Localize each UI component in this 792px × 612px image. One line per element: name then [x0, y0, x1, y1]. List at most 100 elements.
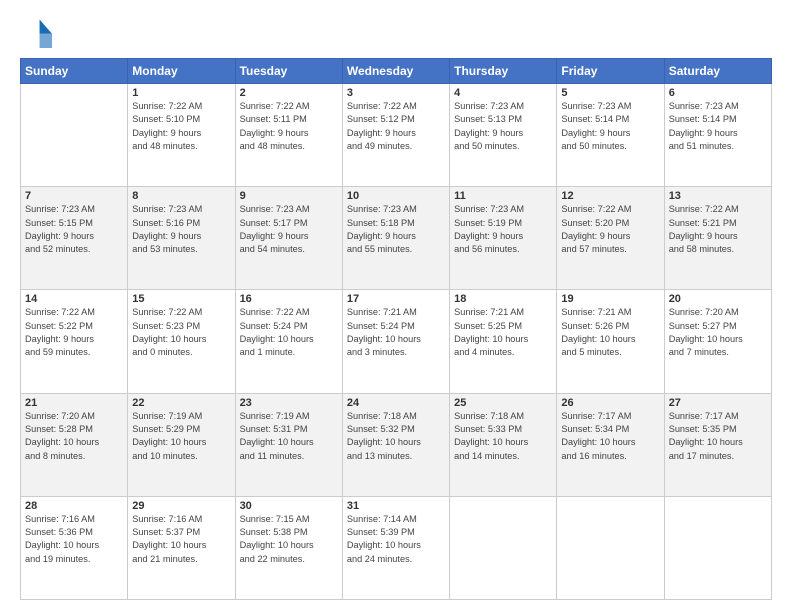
day-info: Sunrise: 7:22 AM Sunset: 5:11 PM Dayligh… [240, 100, 338, 153]
day-number: 7 [25, 190, 123, 202]
calendar-cell: 30Sunrise: 7:15 AM Sunset: 5:38 PM Dayli… [235, 496, 342, 599]
weekday-header-row: SundayMondayTuesdayWednesdayThursdayFrid… [21, 59, 772, 84]
day-number: 24 [347, 397, 445, 409]
calendar-cell: 27Sunrise: 7:17 AM Sunset: 5:35 PM Dayli… [664, 393, 771, 496]
day-number: 23 [240, 397, 338, 409]
day-number: 16 [240, 293, 338, 305]
week-row-4: 21Sunrise: 7:20 AM Sunset: 5:28 PM Dayli… [21, 393, 772, 496]
day-info: Sunrise: 7:21 AM Sunset: 5:25 PM Dayligh… [454, 306, 552, 359]
calendar-cell: 20Sunrise: 7:20 AM Sunset: 5:27 PM Dayli… [664, 290, 771, 393]
day-info: Sunrise: 7:23 AM Sunset: 5:14 PM Dayligh… [561, 100, 659, 153]
logo [20, 16, 56, 48]
calendar-cell: 25Sunrise: 7:18 AM Sunset: 5:33 PM Dayli… [450, 393, 557, 496]
calendar-cell: 26Sunrise: 7:17 AM Sunset: 5:34 PM Dayli… [557, 393, 664, 496]
calendar-cell: 22Sunrise: 7:19 AM Sunset: 5:29 PM Dayli… [128, 393, 235, 496]
calendar-cell: 21Sunrise: 7:20 AM Sunset: 5:28 PM Dayli… [21, 393, 128, 496]
calendar-cell [664, 496, 771, 599]
weekday-friday: Friday [557, 59, 664, 84]
weekday-thursday: Thursday [450, 59, 557, 84]
weekday-wednesday: Wednesday [342, 59, 449, 84]
calendar-cell: 24Sunrise: 7:18 AM Sunset: 5:32 PM Dayli… [342, 393, 449, 496]
day-number: 28 [25, 500, 123, 512]
calendar-cell: 1Sunrise: 7:22 AM Sunset: 5:10 PM Daylig… [128, 84, 235, 187]
day-number: 21 [25, 397, 123, 409]
calendar-cell: 6Sunrise: 7:23 AM Sunset: 5:14 PM Daylig… [664, 84, 771, 187]
day-number: 12 [561, 190, 659, 202]
day-info: Sunrise: 7:22 AM Sunset: 5:20 PM Dayligh… [561, 203, 659, 256]
day-number: 29 [132, 500, 230, 512]
calendar-cell [557, 496, 664, 599]
day-info: Sunrise: 7:22 AM Sunset: 5:22 PM Dayligh… [25, 306, 123, 359]
calendar-cell: 12Sunrise: 7:22 AM Sunset: 5:20 PM Dayli… [557, 187, 664, 290]
day-number: 31 [347, 500, 445, 512]
day-number: 5 [561, 87, 659, 99]
day-number: 19 [561, 293, 659, 305]
day-number: 2 [240, 87, 338, 99]
day-info: Sunrise: 7:22 AM Sunset: 5:23 PM Dayligh… [132, 306, 230, 359]
day-info: Sunrise: 7:16 AM Sunset: 5:37 PM Dayligh… [132, 513, 230, 566]
day-number: 30 [240, 500, 338, 512]
day-number: 9 [240, 190, 338, 202]
calendar-cell [450, 496, 557, 599]
day-info: Sunrise: 7:22 AM Sunset: 5:21 PM Dayligh… [669, 203, 767, 256]
day-info: Sunrise: 7:21 AM Sunset: 5:26 PM Dayligh… [561, 306, 659, 359]
day-info: Sunrise: 7:18 AM Sunset: 5:32 PM Dayligh… [347, 410, 445, 463]
day-info: Sunrise: 7:17 AM Sunset: 5:34 PM Dayligh… [561, 410, 659, 463]
day-number: 3 [347, 87, 445, 99]
weekday-saturday: Saturday [664, 59, 771, 84]
day-number: 11 [454, 190, 552, 202]
weekday-tuesday: Tuesday [235, 59, 342, 84]
week-row-1: 1Sunrise: 7:22 AM Sunset: 5:10 PM Daylig… [21, 84, 772, 187]
calendar-cell: 3Sunrise: 7:22 AM Sunset: 5:12 PM Daylig… [342, 84, 449, 187]
day-info: Sunrise: 7:21 AM Sunset: 5:24 PM Dayligh… [347, 306, 445, 359]
calendar-cell: 4Sunrise: 7:23 AM Sunset: 5:13 PM Daylig… [450, 84, 557, 187]
day-info: Sunrise: 7:23 AM Sunset: 5:13 PM Dayligh… [454, 100, 552, 153]
calendar-cell: 18Sunrise: 7:21 AM Sunset: 5:25 PM Dayli… [450, 290, 557, 393]
calendar-cell: 14Sunrise: 7:22 AM Sunset: 5:22 PM Dayli… [21, 290, 128, 393]
day-number: 17 [347, 293, 445, 305]
day-number: 27 [669, 397, 767, 409]
weekday-monday: Monday [128, 59, 235, 84]
week-row-3: 14Sunrise: 7:22 AM Sunset: 5:22 PM Dayli… [21, 290, 772, 393]
calendar-cell: 23Sunrise: 7:19 AM Sunset: 5:31 PM Dayli… [235, 393, 342, 496]
calendar-cell: 17Sunrise: 7:21 AM Sunset: 5:24 PM Dayli… [342, 290, 449, 393]
day-info: Sunrise: 7:23 AM Sunset: 5:14 PM Dayligh… [669, 100, 767, 153]
calendar-cell: 31Sunrise: 7:14 AM Sunset: 5:39 PM Dayli… [342, 496, 449, 599]
calendar-cell: 10Sunrise: 7:23 AM Sunset: 5:18 PM Dayli… [342, 187, 449, 290]
calendar-cell: 8Sunrise: 7:23 AM Sunset: 5:16 PM Daylig… [128, 187, 235, 290]
day-info: Sunrise: 7:19 AM Sunset: 5:31 PM Dayligh… [240, 410, 338, 463]
calendar-cell [21, 84, 128, 187]
calendar-cell: 28Sunrise: 7:16 AM Sunset: 5:36 PM Dayli… [21, 496, 128, 599]
day-info: Sunrise: 7:14 AM Sunset: 5:39 PM Dayligh… [347, 513, 445, 566]
day-number: 26 [561, 397, 659, 409]
calendar-cell: 13Sunrise: 7:22 AM Sunset: 5:21 PM Dayli… [664, 187, 771, 290]
weekday-sunday: Sunday [21, 59, 128, 84]
day-number: 10 [347, 190, 445, 202]
calendar-cell: 15Sunrise: 7:22 AM Sunset: 5:23 PM Dayli… [128, 290, 235, 393]
calendar-cell: 19Sunrise: 7:21 AM Sunset: 5:26 PM Dayli… [557, 290, 664, 393]
calendar-cell: 9Sunrise: 7:23 AM Sunset: 5:17 PM Daylig… [235, 187, 342, 290]
calendar-cell: 2Sunrise: 7:22 AM Sunset: 5:11 PM Daylig… [235, 84, 342, 187]
day-number: 1 [132, 87, 230, 99]
header [20, 16, 772, 48]
day-number: 14 [25, 293, 123, 305]
day-number: 22 [132, 397, 230, 409]
day-info: Sunrise: 7:22 AM Sunset: 5:12 PM Dayligh… [347, 100, 445, 153]
day-info: Sunrise: 7:20 AM Sunset: 5:28 PM Dayligh… [25, 410, 123, 463]
calendar-cell: 11Sunrise: 7:23 AM Sunset: 5:19 PM Dayli… [450, 187, 557, 290]
day-info: Sunrise: 7:16 AM Sunset: 5:36 PM Dayligh… [25, 513, 123, 566]
day-info: Sunrise: 7:18 AM Sunset: 5:33 PM Dayligh… [454, 410, 552, 463]
day-info: Sunrise: 7:23 AM Sunset: 5:17 PM Dayligh… [240, 203, 338, 256]
day-info: Sunrise: 7:23 AM Sunset: 5:16 PM Dayligh… [132, 203, 230, 256]
day-info: Sunrise: 7:15 AM Sunset: 5:38 PM Dayligh… [240, 513, 338, 566]
week-row-2: 7Sunrise: 7:23 AM Sunset: 5:15 PM Daylig… [21, 187, 772, 290]
day-number: 20 [669, 293, 767, 305]
day-info: Sunrise: 7:23 AM Sunset: 5:18 PM Dayligh… [347, 203, 445, 256]
day-number: 8 [132, 190, 230, 202]
week-row-5: 28Sunrise: 7:16 AM Sunset: 5:36 PM Dayli… [21, 496, 772, 599]
day-number: 4 [454, 87, 552, 99]
day-number: 15 [132, 293, 230, 305]
calendar-cell: 7Sunrise: 7:23 AM Sunset: 5:15 PM Daylig… [21, 187, 128, 290]
day-info: Sunrise: 7:22 AM Sunset: 5:24 PM Dayligh… [240, 306, 338, 359]
day-number: 13 [669, 190, 767, 202]
